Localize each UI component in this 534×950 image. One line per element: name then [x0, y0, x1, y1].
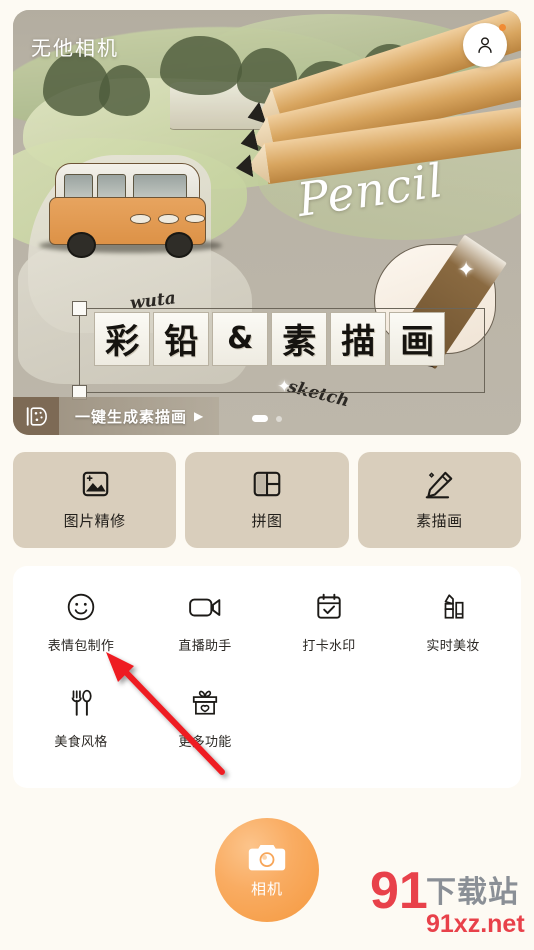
calendar-check-icon	[312, 592, 346, 622]
smiley-face-icon	[64, 592, 98, 622]
gift-box-icon	[188, 688, 222, 718]
feature-card-image-enhance[interactable]: 图片精修	[13, 452, 177, 548]
banner-pagination[interactable]	[252, 415, 282, 422]
promo-banner[interactable]: Pencil wuta sketch ✦ ✦ 彩 铅 & 素 描 画 无他相机 …	[13, 10, 521, 435]
camera-button-label: 相机	[250, 881, 283, 898]
banner-headline: 彩 铅 & 素 描 画	[94, 311, 446, 366]
banner-cta-label: 一键生成素描画	[75, 408, 188, 426]
person-icon	[478, 37, 492, 54]
headline-char: &	[212, 311, 269, 366]
grid-item-food-style[interactable]: 美食风格	[19, 688, 143, 750]
headline-char: 素	[271, 311, 328, 366]
grid-item-live-assistant[interactable]: 直播助手	[143, 592, 267, 654]
van-badge	[184, 214, 205, 223]
video-camera-icon	[188, 592, 222, 622]
fork-spoon-icon	[64, 688, 98, 718]
van-wheel	[165, 232, 194, 259]
function-grid-row: 美食风格 更多功能	[19, 688, 515, 750]
caret-right-icon: ▶	[194, 409, 204, 423]
sparkle-icon: ✦	[456, 256, 476, 282]
banner-van	[39, 163, 222, 259]
grid-item-checkin-watermark[interactable]: 打卡水印	[267, 592, 391, 654]
function-grid-panel: 表情包制作 直播助手 打卡水印 实时美妆 美食风格 更多功能	[13, 566, 521, 788]
feature-card-sketch[interactable]: 素描画	[357, 452, 521, 548]
grid-item-empty	[391, 688, 515, 750]
feature-card-label: 图片精修	[63, 513, 126, 530]
function-grid-row: 表情包制作 直播助手 打卡水印 实时美妆	[19, 592, 515, 654]
van-headlight	[158, 213, 179, 224]
grid-item-label: 美食风格	[54, 734, 108, 749]
camera-icon	[248, 845, 286, 871]
image-enhance-icon	[82, 471, 108, 497]
pencil-sketch-icon	[426, 471, 453, 499]
watermark-domain: 91xz.net	[426, 910, 525, 938]
notification-dot	[499, 24, 506, 31]
grid-item-realtime-makeup[interactable]: 实时美妆	[391, 592, 515, 654]
collage-grid-icon	[253, 471, 281, 497]
watermark: 91 下载站 91xz.net	[370, 862, 525, 938]
van-headlight	[130, 213, 151, 224]
feature-card-collage[interactable]: 拼图	[185, 452, 349, 548]
grid-item-emoji-maker[interactable]: 表情包制作	[19, 592, 143, 654]
pagination-dot[interactable]	[276, 415, 282, 422]
pagination-dot-active[interactable]	[252, 415, 268, 422]
headline-char: 描	[330, 311, 387, 366]
grid-item-empty	[267, 688, 391, 750]
headline-char: 彩	[94, 311, 151, 366]
feature-cards: 图片精修 拼图 素描画	[13, 452, 521, 548]
grid-item-label: 直播助手	[178, 638, 232, 653]
grid-item-more-features[interactable]: 更多功能	[143, 688, 267, 750]
avatar-button[interactable]	[463, 23, 507, 67]
van-wheel	[67, 232, 96, 259]
selection-handle	[72, 300, 88, 316]
grid-item-label: 表情包制作	[47, 638, 115, 653]
camera-button[interactable]: 相机	[215, 818, 319, 922]
grid-item-label: 实时美妆	[426, 638, 480, 653]
feature-card-label: 素描画	[416, 513, 463, 530]
watermark-logo-text: 下载站	[426, 875, 519, 910]
watermark-logo-number: 91	[370, 862, 428, 920]
grid-item-label: 打卡水印	[302, 638, 356, 653]
banner-cta-text-area[interactable]: 一键生成素描画 ▶	[59, 397, 220, 435]
banner-artwork: Pencil wuta sketch ✦ ✦ 彩 铅 & 素 描 画	[13, 10, 521, 435]
app-root: Pencil wuta sketch ✦ ✦ 彩 铅 & 素 描 画 无他相机 …	[0, 0, 534, 950]
headline-char: 画	[389, 311, 446, 366]
palette-brush-icon	[13, 397, 59, 435]
lipstick-icon	[436, 592, 470, 622]
headline-char: 铅	[153, 311, 210, 366]
grid-item-label: 更多功能	[178, 734, 232, 749]
feature-card-label: 拼图	[251, 513, 283, 530]
app-title: 无他相机	[31, 38, 119, 60]
